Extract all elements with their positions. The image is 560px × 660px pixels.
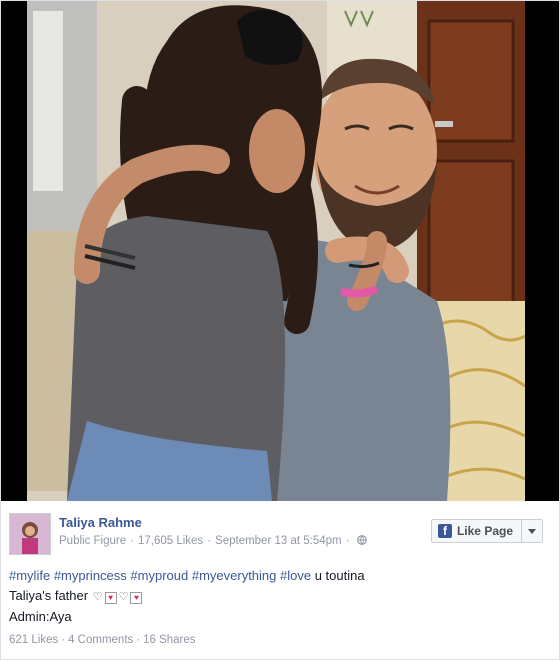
- heart-emoji-icon: ♥: [130, 592, 143, 604]
- facebook-f-icon: f: [437, 524, 452, 538]
- hashtag-link[interactable]: #myeverything: [192, 568, 277, 583]
- post-card: Taliya Rahme Public Figure · 17,605 Likes ·…: [0, 0, 560, 660]
- heart-outline-icon: ♡: [118, 591, 129, 603]
- post-line-2: Taliya's father ♡ ♥ ♡ ♥: [9, 586, 549, 607]
- likes-count-link[interactable]: 621 Likes: [9, 634, 58, 646]
- post-message: #mylife #myprincess #myproud #myeverythi…: [9, 566, 549, 627]
- heart-emoji-icon: ♥: [104, 592, 117, 604]
- post-line-3: Admin:Aya: [9, 607, 549, 627]
- post-line-2-text: Taliya's father: [9, 588, 89, 603]
- hashtag-link[interactable]: #love: [280, 568, 311, 583]
- like-page-label: Like Page: [456, 524, 513, 538]
- page-meta: Public Figure · 17,605 Likes · September 13 …: [59, 535, 368, 547]
- page-category: Public Figure: [59, 535, 127, 547]
- page-avatar[interactable]: [9, 513, 51, 555]
- hashtag-link[interactable]: #myprincess: [54, 568, 127, 583]
- like-page-button-group: f Like Page: [430, 519, 543, 543]
- shares-count-link[interactable]: 16 Shares: [143, 634, 195, 646]
- hashtag-link[interactable]: #myproud: [130, 568, 188, 583]
- like-page-dropdown[interactable]: [521, 520, 542, 542]
- post-line-3-text: Admin:Aya: [9, 609, 72, 624]
- heart-outline-icon: ♡: [92, 591, 103, 603]
- page-name-link[interactable]: Taliya Rahme: [59, 515, 142, 530]
- post-stats: 621 Likes · 4 Comments · 16 Shares: [9, 634, 196, 646]
- post-timestamp[interactable]: September 13 at 5:54pm: [215, 535, 342, 547]
- chevron-down-icon: [528, 528, 536, 534]
- like-page-button[interactable]: f Like Page: [432, 520, 521, 542]
- page-likes-count[interactable]: 17,605 Likes: [138, 535, 203, 547]
- post-line-1: #mylife #myprincess #myproud #myeverythi…: [9, 566, 549, 586]
- post-header: Taliya Rahme Public Figure · 17,605 Likes ·…: [9, 513, 551, 561]
- globe-icon[interactable]: [357, 535, 368, 545]
- comments-count-link[interactable]: 4 Comments: [68, 634, 133, 646]
- hashtag-link[interactable]: #mylife: [9, 568, 50, 583]
- post-line-1-text: u toutina: [314, 568, 365, 583]
- photo-frame: [1, 1, 559, 501]
- post-photo[interactable]: [27, 1, 525, 501]
